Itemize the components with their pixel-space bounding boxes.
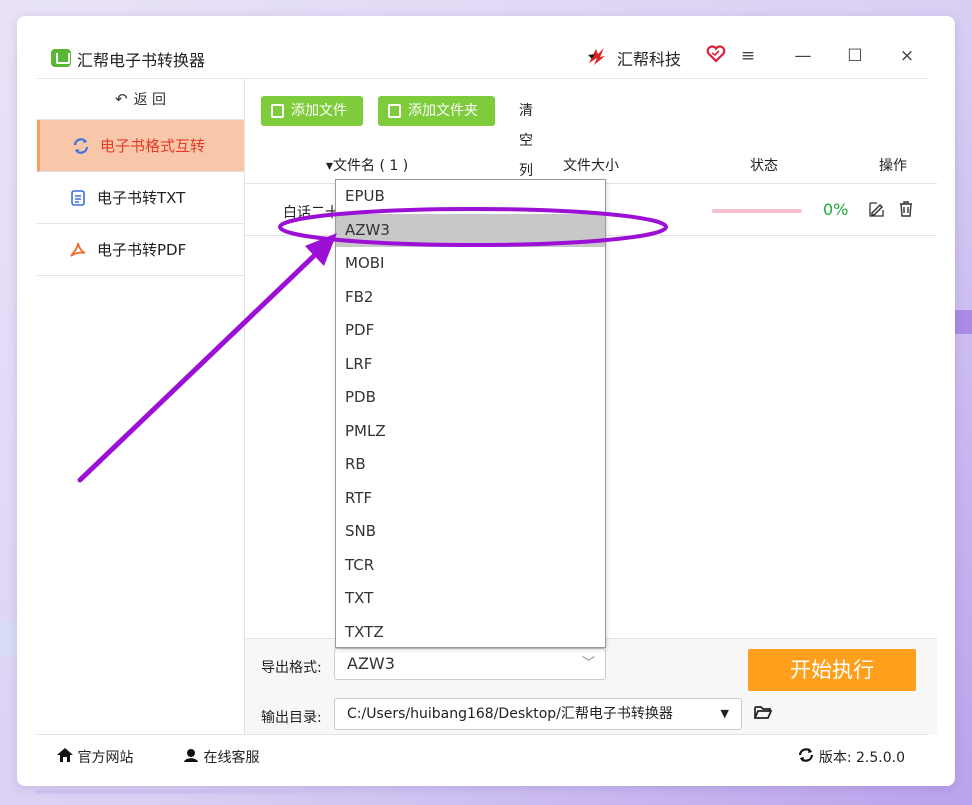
status-bar: 官方网站 在线客服 版本: 2.5.0.0	[37, 734, 929, 774]
dropdown-option-txt[interactable]: TXT	[336, 582, 605, 616]
sidebar-item-to-txt[interactable]: 电子书转TXT	[37, 172, 244, 224]
minimize-button[interactable]: —	[791, 44, 815, 68]
home-icon	[57, 748, 73, 762]
title-bar: 汇帮电子书转换器 汇帮科技 ≡ — ☐ ×	[17, 16, 955, 78]
official-website-link[interactable]: 官方网站	[57, 747, 133, 767]
background-decoration	[36, 790, 342, 794]
refresh-icon	[799, 748, 814, 762]
output-path: C:/Users/huibang168/Desktop/汇帮电子书转换器	[347, 706, 673, 722]
support-label: 在线客服	[203, 750, 260, 766]
add-file-button[interactable]: 添加文件	[261, 96, 363, 126]
dropdown-option-pdf[interactable]: PDF	[336, 314, 605, 348]
add-folder-label: 添加文件夹	[408, 103, 478, 119]
heart-icon[interactable]	[706, 44, 726, 64]
menu-icon[interactable]: ≡	[736, 44, 760, 68]
sidebar-item-label: 电子书转PDF	[97, 241, 187, 259]
delete-icon[interactable]	[898, 200, 914, 218]
maximize-button[interactable]: ☐	[843, 44, 867, 68]
dropdown-option-lrf[interactable]: LRF	[336, 348, 605, 382]
back-button[interactable]: ↶ 返 回	[37, 78, 244, 120]
website-label: 官方网站	[77, 750, 134, 766]
sidebar-item-label: 电子书转TXT	[97, 189, 186, 207]
version-info: 版本: 2.5.0.0	[798, 747, 905, 767]
sidebar-item-label: 电子书格式互转	[100, 137, 206, 155]
dropdown-option-snb[interactable]: SNB	[336, 515, 605, 549]
version-label: 版本: 2.5.0.0	[818, 750, 905, 766]
format-value: AZW3	[347, 654, 395, 673]
dropdown-arrow-icon: ▼	[720, 707, 729, 720]
sidebar-item-format-convert[interactable]: 电子书格式互转	[37, 120, 244, 172]
progress-bar	[712, 209, 802, 213]
table-header: ▾文件名 ( 1 ) 文件大小 状态 操作	[245, 144, 937, 184]
progress-percent: 0%	[823, 200, 849, 219]
start-button[interactable]: 开始执行	[748, 649, 916, 691]
column-header-action: 操作	[879, 158, 907, 174]
pdf-icon	[70, 242, 86, 257]
format-label: 导出格式:	[261, 660, 322, 676]
dropdown-option-azw3[interactable]: AZW3	[336, 213, 605, 247]
dropdown-option-rtf[interactable]: RTF	[336, 482, 605, 516]
export-panel: 导出格式: AZW3 ﹀ 输出目录: C:/Users/huibang168/D…	[245, 638, 937, 734]
back-label: 返 回	[133, 92, 167, 108]
dropdown-option-fb2[interactable]: FB2	[336, 281, 605, 315]
back-arrow-icon: ↶	[114, 90, 128, 108]
document-icon	[71, 190, 85, 206]
online-support-link[interactable]: 在线客服	[183, 747, 259, 767]
dropdown-option-pmlz[interactable]: PMLZ	[336, 415, 605, 449]
dropdown-option-tcr[interactable]: TCR	[336, 549, 605, 583]
sidebar-item-to-pdf[interactable]: 电子书转PDF	[37, 224, 244, 276]
add-file-label: 添加文件	[291, 103, 347, 119]
background-decoration	[952, 310, 972, 334]
column-header-size: 文件大小	[563, 158, 619, 174]
output-dir-select[interactable]: C:/Users/huibang168/Desktop/汇帮电子书转换器 ▼	[334, 698, 742, 730]
column-header-name[interactable]: ▾文件名 ( 1 )	[326, 155, 408, 175]
edit-icon[interactable]	[868, 200, 886, 218]
close-button[interactable]: ×	[895, 44, 919, 68]
file-icon	[271, 104, 284, 118]
chevron-down-icon: ﹀	[581, 656, 595, 671]
brand-name: 汇帮科技	[617, 50, 682, 69]
add-folder-button[interactable]: 添加文件夹	[378, 96, 495, 126]
refresh-icon	[73, 138, 89, 154]
dropdown-option-txtz[interactable]: TXTZ	[336, 616, 605, 650]
sidebar: ↶ 返 回 电子书格式互转 电子书转TXT 电子书转PDF	[37, 78, 245, 734]
app-logo-icon	[51, 49, 71, 67]
brand-logo-icon	[588, 48, 605, 65]
app-title: 汇帮电子书转换器	[77, 51, 206, 70]
dropdown-option-rb[interactable]: RB	[336, 448, 605, 482]
clear-list-button[interactable]: 清空列表	[519, 96, 533, 209]
dropdown-option-epub[interactable]: EPUB	[336, 180, 605, 214]
folder-open-icon[interactable]	[753, 703, 773, 721]
format-dropdown-list: EPUB AZW3 MOBI FB2 PDF LRF PDB PMLZ RB RTF SNB TCR T…	[335, 179, 606, 648]
column-header-status: 状态	[750, 158, 778, 174]
folder-plus-icon	[388, 104, 401, 118]
output-dir-label: 输出目录:	[261, 710, 322, 726]
support-icon	[184, 749, 198, 762]
dropdown-option-pdb[interactable]: PDB	[336, 381, 605, 415]
dropdown-option-mobi[interactable]: MOBI	[336, 247, 605, 281]
format-select[interactable]: AZW3 ﹀	[334, 648, 606, 680]
file-name: 白话二十	[283, 205, 339, 221]
